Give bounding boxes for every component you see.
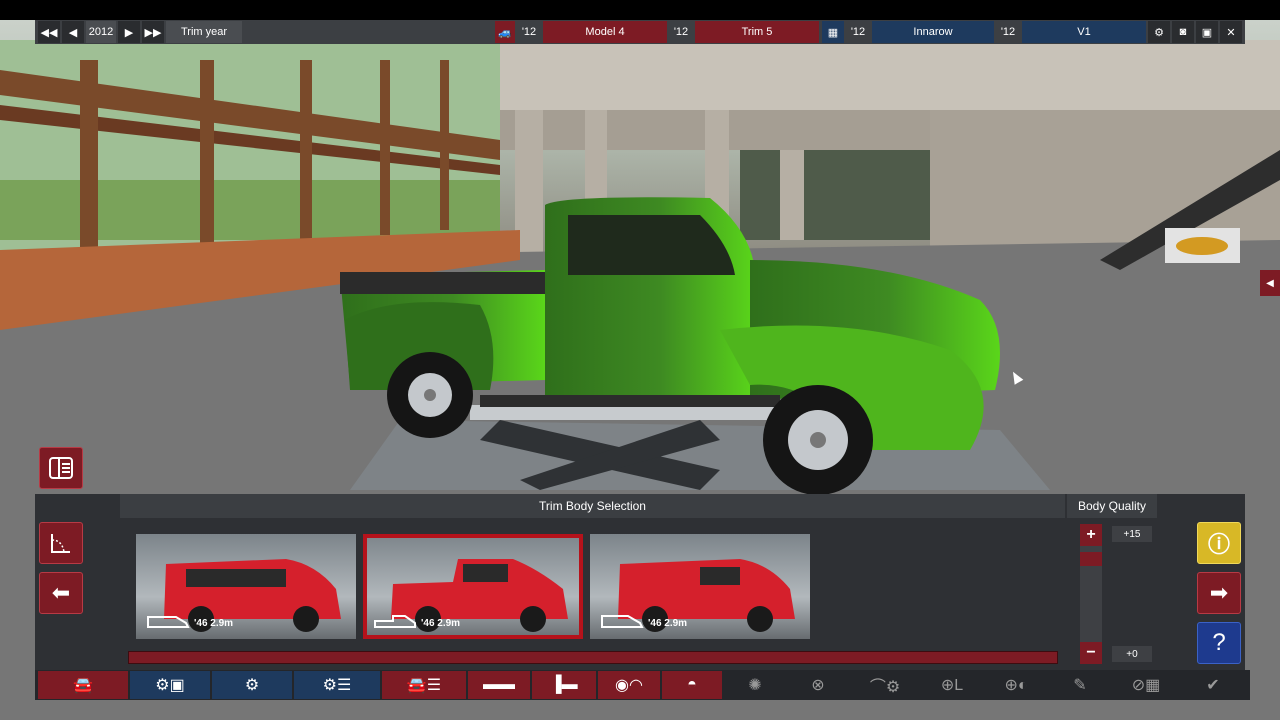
steering-icon: ⊕L [940, 677, 964, 694]
body-quality-title: Body Quality [1067, 494, 1157, 518]
quality-min-value: +0 [1112, 646, 1152, 662]
body-option-pickup[interactable]: '46 2.9m [363, 534, 583, 639]
nav-body-trim[interactable]: 🚘☰ [382, 671, 466, 699]
layout-toggle-icon [49, 457, 73, 479]
quality-icon: ✎ [1073, 677, 1087, 694]
nav-engine-tune[interactable]: ⚙☰ [294, 671, 380, 699]
interior-icon: ▬▬ [483, 676, 515, 693]
body-option-van[interactable]: '46 2.9m [590, 534, 810, 639]
test-icon: ✺ [748, 677, 762, 694]
nav-quality[interactable]: ✎ [1050, 671, 1110, 699]
nav-wheels[interactable]: ◓ [662, 671, 722, 699]
angle-icon [51, 534, 70, 553]
nav-interior[interactable]: ▬▬ [468, 671, 530, 699]
warning-button[interactable]: ⓘ [1197, 522, 1241, 564]
body-option-label: '46 2.9m [648, 618, 688, 629]
nav-fixtures[interactable]: ▐▬ [532, 671, 596, 699]
variant-selector[interactable]: V1 [1022, 21, 1146, 43]
side-panel-toggle[interactable]: ◀ [1260, 270, 1280, 296]
engine-icon: ⚙ [244, 677, 260, 694]
nav-cost[interactable]: ⊘▦ [1112, 671, 1180, 699]
nav-steering[interactable]: ⊕L [922, 671, 982, 699]
engine-icon-button[interactable]: ▦ [822, 21, 844, 43]
year-field[interactable]: 2012 [86, 21, 116, 43]
aero-icon: ◉◠ [615, 677, 643, 694]
view-toggle-button[interactable] [39, 447, 83, 489]
next-button[interactable]: ➡ [1197, 572, 1241, 614]
year-skip-forward-button[interactable]: ▶▶ [142, 21, 164, 43]
car-model-icon[interactable]: 🚙 [495, 21, 515, 43]
model-year: '12 [521, 26, 537, 38]
nav-safety[interactable]: ⊕◐ [984, 671, 1048, 699]
double-left-arrow-icon: ◀◀ [40, 26, 58, 39]
panel-title: Trim Body Selection [120, 494, 1065, 518]
engine-selector[interactable]: Innarow [872, 21, 994, 43]
car-icon: 🚙 [498, 26, 512, 39]
cost-icon: ⊘▦ [1131, 677, 1161, 694]
year-skip-back-button[interactable]: ◀◀ [38, 21, 60, 43]
back-button[interactable]: ⬅ [39, 572, 83, 614]
quality-decrease-button[interactable]: − [1080, 642, 1102, 664]
year-forward-button[interactable]: ▶ [118, 21, 140, 43]
variant-year: '12 [1000, 26, 1016, 38]
camera-icon: ◙ [1179, 26, 1187, 38]
body-option-label: '46 2.9m [421, 618, 461, 629]
minus-icon: − [1086, 644, 1096, 661]
body-option-label: '46 2.9m [194, 618, 234, 629]
right-arrow-icon: ➡ [1209, 580, 1229, 605]
finish-icon: ✔ [1206, 677, 1220, 694]
safety-icon: ⊕◐ [1004, 677, 1028, 694]
left-arrow-icon: ◀ [1266, 277, 1274, 289]
engine-year: '12 [850, 26, 866, 38]
nav-performance[interactable]: ⌒⚙ [850, 671, 920, 699]
screenshot-button[interactable]: ◙ [1172, 21, 1194, 43]
nav-test[interactable]: ✺ [724, 671, 786, 699]
model-selector[interactable]: Model 4 [543, 21, 667, 43]
year-back-button[interactable]: ◀ [62, 21, 84, 43]
left-arrow-icon: ◀ [68, 26, 78, 39]
trim-selector[interactable]: Trim 5 [695, 21, 819, 43]
question-mark-icon: ? [1212, 629, 1226, 656]
van-icon [601, 615, 644, 628]
right-arrow-icon: ▶ [124, 26, 134, 39]
close-icon: ✕ [1226, 26, 1236, 39]
engine-tune-icon: ⚙☰ [322, 677, 352, 694]
save-button[interactable]: ▣ [1196, 21, 1218, 43]
nav-car[interactable]: 🚘 [38, 671, 128, 699]
quality-slider-handle[interactable] [1080, 552, 1102, 566]
trim-year-label: Trim year [166, 21, 242, 43]
angle-view-button[interactable] [39, 522, 83, 564]
pickup-truck-model [340, 197, 1000, 495]
thumbnail-scrollbar[interactable] [128, 651, 1058, 664]
plus-icon: + [1086, 526, 1096, 543]
save-icon: ▣ [1201, 26, 1213, 39]
nav-engine[interactable]: ⚙ [212, 671, 292, 699]
double-right-arrow-icon: ▶▶ [144, 26, 162, 39]
chassis-icon: ⚙▣ [155, 677, 185, 694]
pickup-icon [374, 615, 416, 628]
nav-drive[interactable]: ⊗ [788, 671, 848, 699]
trim-year: '12 [673, 26, 689, 38]
wheels-icon: ◓ [687, 676, 697, 693]
nav-chassis[interactable]: ⚙▣ [130, 671, 210, 699]
body-trim-icon: 🚘☰ [406, 677, 442, 694]
nav-aero[interactable]: ◉◠ [598, 671, 660, 699]
top-letterbox [0, 0, 1280, 20]
left-arrow-icon: ⬅ [51, 580, 71, 605]
gear-icon: ⚙ [1154, 26, 1164, 39]
drive-icon: ⊗ [811, 677, 825, 694]
fixtures-icon: ▐▬ [550, 676, 578, 693]
quality-increase-button[interactable]: + [1080, 524, 1102, 546]
settings-button[interactable]: ⚙ [1148, 21, 1170, 43]
nav-finish[interactable]: ✔ [1182, 671, 1244, 699]
quality-max-value: +15 [1112, 526, 1152, 542]
engine-block-icon: ▦ [827, 26, 839, 39]
help-button[interactable]: ? [1197, 622, 1241, 664]
car-icon: 🚘 [73, 677, 93, 694]
suv-icon [147, 616, 190, 628]
performance-icon: ⌒⚙ [869, 679, 901, 696]
body-option-suv[interactable]: '46 2.9m [136, 534, 356, 639]
close-button[interactable]: ✕ [1220, 21, 1242, 43]
exclamation-icon: ⓘ [1207, 532, 1230, 557]
